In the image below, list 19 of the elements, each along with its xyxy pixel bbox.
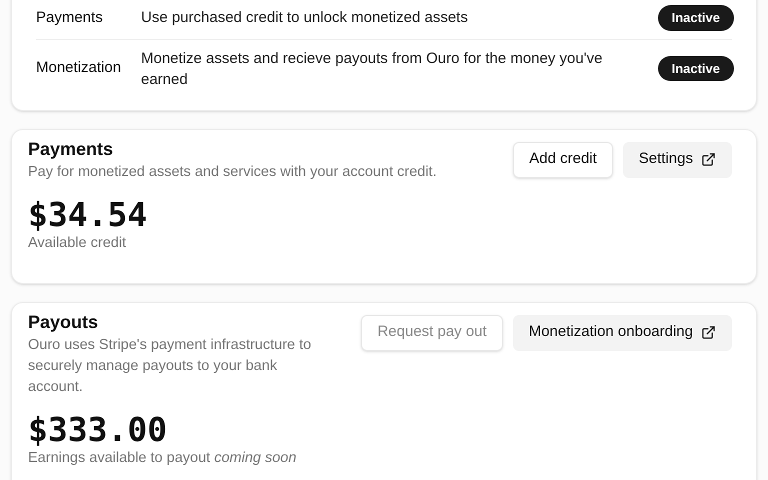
status-badge: Inactive: [658, 5, 734, 30]
amount: $333.00: [28, 412, 168, 448]
action-button[interactable]: Add credit: [513, 142, 613, 178]
amount: $34.54: [28, 196, 148, 232]
status-badge: Inactive: [658, 56, 734, 82]
external-link-icon: [701, 152, 716, 167]
section-title: Payouts: [28, 310, 100, 334]
external-link-button[interactable]: Monetization onboarding: [512, 314, 732, 350]
section-description: Pay for monetized assets and services with your account credit.: [28, 162, 437, 182]
section-description: Ouro uses Stripe's payment infrastructure to securely manage payouts to your bank account.: [28, 336, 312, 396]
feature-name: Monetization: [36, 58, 122, 78]
amount-caption: Available credit: [28, 234, 128, 252]
feature-description: Use purchased credit to unlock monetized assets: [141, 8, 469, 28]
feature-description: Monetize assets and recieve payouts from Ouro for the money you've earned: [141, 48, 604, 90]
feature-name: Payments: [36, 8, 104, 28]
external-link-button[interactable]: Settings: [622, 142, 732, 178]
amount-caption: Earnings available to payout coming soon: [28, 448, 298, 468]
external-link-icon: [701, 325, 716, 340]
section-title: Payments: [28, 138, 114, 161]
